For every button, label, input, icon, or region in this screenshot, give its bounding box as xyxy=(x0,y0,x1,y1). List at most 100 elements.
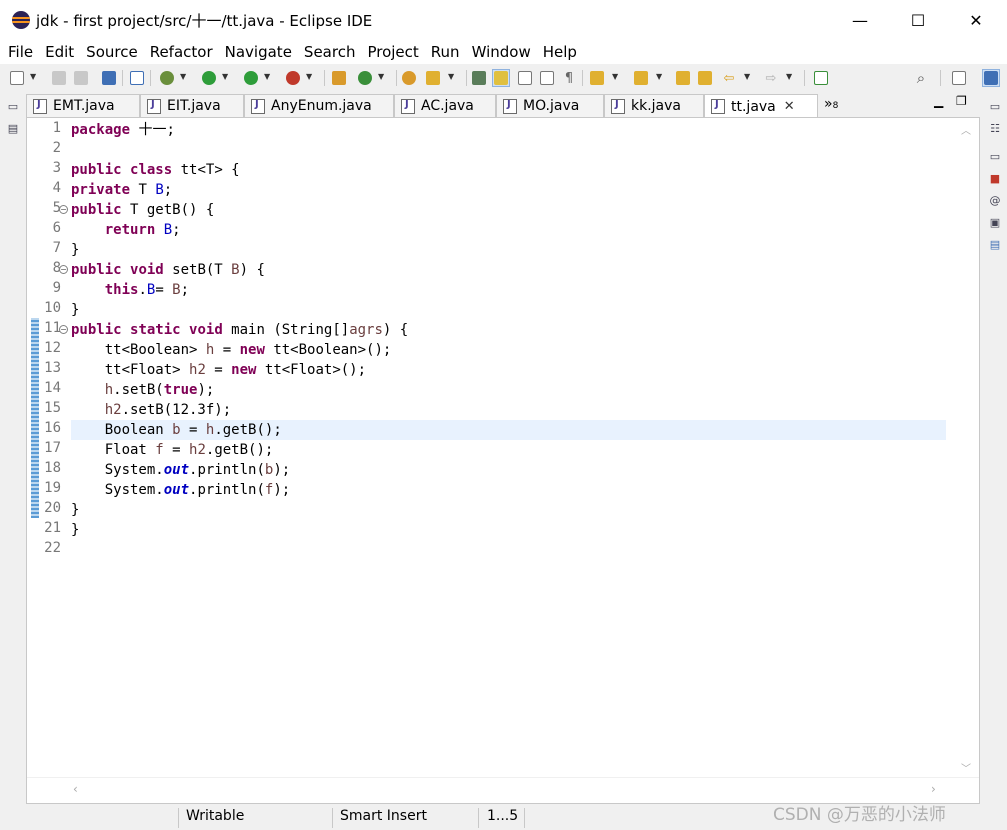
problems-icon[interactable]: ■ xyxy=(988,172,1002,186)
show-source-icon[interactable] xyxy=(538,69,556,87)
tab-overflow-button[interactable]: »8 xyxy=(824,96,838,112)
coverage-icon[interactable] xyxy=(242,69,260,87)
minimize-editor-icon[interactable]: ▁ xyxy=(934,94,943,108)
restore-view-icon[interactable]: ▭ xyxy=(6,100,20,114)
tab-mo-java[interactable]: MO.java xyxy=(496,94,604,117)
current-code-line: Boolean b = h.getB(); xyxy=(71,420,946,440)
keyword: void xyxy=(189,322,223,338)
search-icon[interactable]: ⌕ xyxy=(912,69,930,87)
forward-dropdown-icon[interactable]: ▼ xyxy=(786,72,794,84)
next-annotation-icon[interactable] xyxy=(588,69,606,87)
maximize-editor-icon[interactable]: ❐ xyxy=(956,94,967,108)
java-perspective-icon[interactable] xyxy=(982,69,1000,87)
fold-collapse-icon[interactable]: − xyxy=(59,265,68,274)
previous-annotation-dropdown-icon[interactable]: ▼ xyxy=(656,72,664,84)
search-tools-icon[interactable] xyxy=(424,69,442,87)
back-dropdown-icon[interactable]: ▼ xyxy=(744,72,752,84)
menu-source[interactable]: Source xyxy=(80,40,144,64)
scroll-left-icon[interactable]: ‹ xyxy=(73,782,78,796)
run-icon[interactable] xyxy=(200,69,218,87)
change-marker xyxy=(31,318,39,518)
maximize-button[interactable]: ☐ xyxy=(889,0,947,40)
menu-help[interactable]: Help xyxy=(537,40,583,64)
scroll-up-icon[interactable]: ︿ xyxy=(961,122,971,137)
menu-project[interactable]: Project xyxy=(361,40,424,64)
last-edit-location-icon[interactable] xyxy=(674,69,692,87)
package-explorer-icon[interactable]: ▤ xyxy=(6,122,20,136)
close-tab-icon[interactable]: ✕ xyxy=(784,99,795,114)
toggle-mark-occurrences-icon[interactable] xyxy=(492,69,510,87)
java-file-icon xyxy=(147,98,161,114)
external-tools-dropdown-icon[interactable]: ▼ xyxy=(306,72,314,84)
open-perspective-icon[interactable] xyxy=(950,69,968,87)
code-line: System.out.println(f); xyxy=(71,482,291,498)
line-number: 9 xyxy=(52,280,61,296)
menu-window[interactable]: Window xyxy=(466,40,537,64)
show-whitespace-icon[interactable]: ¶ xyxy=(560,69,578,87)
restore-view-icon[interactable]: ▭ xyxy=(988,100,1002,114)
previous-annotation-icon[interactable] xyxy=(632,69,650,87)
keyword: void xyxy=(130,262,164,278)
scroll-right-icon[interactable]: › xyxy=(931,782,936,796)
terminal-icon[interactable] xyxy=(100,69,118,87)
minimize-button[interactable]: — xyxy=(831,0,889,40)
insert-mode-status[interactable]: Smart Insert xyxy=(340,808,427,824)
coverage-dropdown-icon[interactable]: ▼ xyxy=(264,72,272,84)
menu-search[interactable]: Search xyxy=(298,40,362,64)
menu-refactor[interactable]: Refactor xyxy=(144,40,219,64)
code-line: public T getB() { xyxy=(71,202,215,218)
search-dropdown-icon[interactable]: ▼ xyxy=(448,72,456,84)
vertical-scrollbar[interactable]: ︿ ﹀ xyxy=(955,118,979,778)
skip-breakpoints-icon[interactable] xyxy=(128,69,146,87)
line-number: 14 xyxy=(44,380,61,396)
run-dropdown-icon[interactable]: ▼ xyxy=(222,72,230,84)
pin-editor-icon[interactable] xyxy=(812,69,830,87)
outline-icon[interactable]: ☷ xyxy=(988,122,1002,136)
forward-icon[interactable]: ⇨ xyxy=(762,69,780,87)
declaration-icon[interactable]: ▣ xyxy=(988,216,1002,230)
tab-emt-java[interactable]: EMT.java xyxy=(26,94,140,117)
fold-collapse-icon[interactable]: − xyxy=(59,325,68,334)
javadoc-icon[interactable]: @ xyxy=(988,194,1002,208)
menu-navigate[interactable]: Navigate xyxy=(219,40,298,64)
tab-eit-java[interactable]: EIT.java xyxy=(140,94,244,117)
keyword: true xyxy=(163,382,198,398)
menu-run[interactable]: Run xyxy=(425,40,466,64)
console-icon[interactable]: ▤ xyxy=(988,238,1002,252)
code-editor[interactable]: 1 2 3 4 5 6 7 8 9 10 11 12 13 14 15 16 1… xyxy=(26,117,980,804)
back-icon[interactable]: ⇦ xyxy=(720,69,738,87)
new-java-package-icon[interactable] xyxy=(330,69,348,87)
new-icon[interactable] xyxy=(8,69,26,87)
fold-collapse-icon[interactable]: − xyxy=(59,205,68,214)
java-file-icon xyxy=(401,98,415,114)
debug-icon[interactable] xyxy=(158,69,176,87)
tab-kk-java[interactable]: kk.java xyxy=(604,94,704,117)
close-button[interactable]: ✕ xyxy=(947,0,1005,40)
tab-tt-java[interactable]: tt.java ✕ xyxy=(704,94,818,118)
eclipse-logo-icon xyxy=(12,11,30,29)
tab-label: EIT.java xyxy=(167,98,221,114)
tab-label: AnyEnum.java xyxy=(271,98,372,114)
external-tools-icon[interactable] xyxy=(284,69,302,87)
toggle-ant-icon[interactable] xyxy=(470,69,488,87)
tab-ac-java[interactable]: AC.java xyxy=(394,94,496,117)
scroll-down-icon[interactable]: ﹀ xyxy=(961,760,971,775)
menu-edit[interactable]: Edit xyxy=(39,40,80,64)
new-java-class-icon[interactable] xyxy=(356,69,374,87)
menu-file[interactable]: File xyxy=(2,40,39,64)
save-icon[interactable] xyxy=(50,69,68,87)
restore-panel-icon[interactable]: ▭ xyxy=(988,150,1002,164)
next-annotation-dropdown-icon[interactable]: ▼ xyxy=(612,72,620,84)
toggle-block-selection-icon[interactable] xyxy=(516,69,534,87)
open-type-icon[interactable] xyxy=(400,69,418,87)
code-area[interactable]: package 十一; public class tt<T> { private… xyxy=(71,118,946,778)
forward-history-icon[interactable] xyxy=(696,69,714,87)
save-all-icon[interactable] xyxy=(72,69,90,87)
line-number: 13 xyxy=(44,360,61,376)
tab-anyenum-java[interactable]: AnyEnum.java xyxy=(244,94,394,117)
new-dropdown-icon[interactable]: ▼ xyxy=(30,72,38,84)
keyword: public xyxy=(71,202,122,218)
debug-dropdown-icon[interactable]: ▼ xyxy=(180,72,188,84)
left-trim-strip: ▭ ▤ xyxy=(0,92,26,804)
new-class-dropdown-icon[interactable]: ▼ xyxy=(378,72,386,84)
